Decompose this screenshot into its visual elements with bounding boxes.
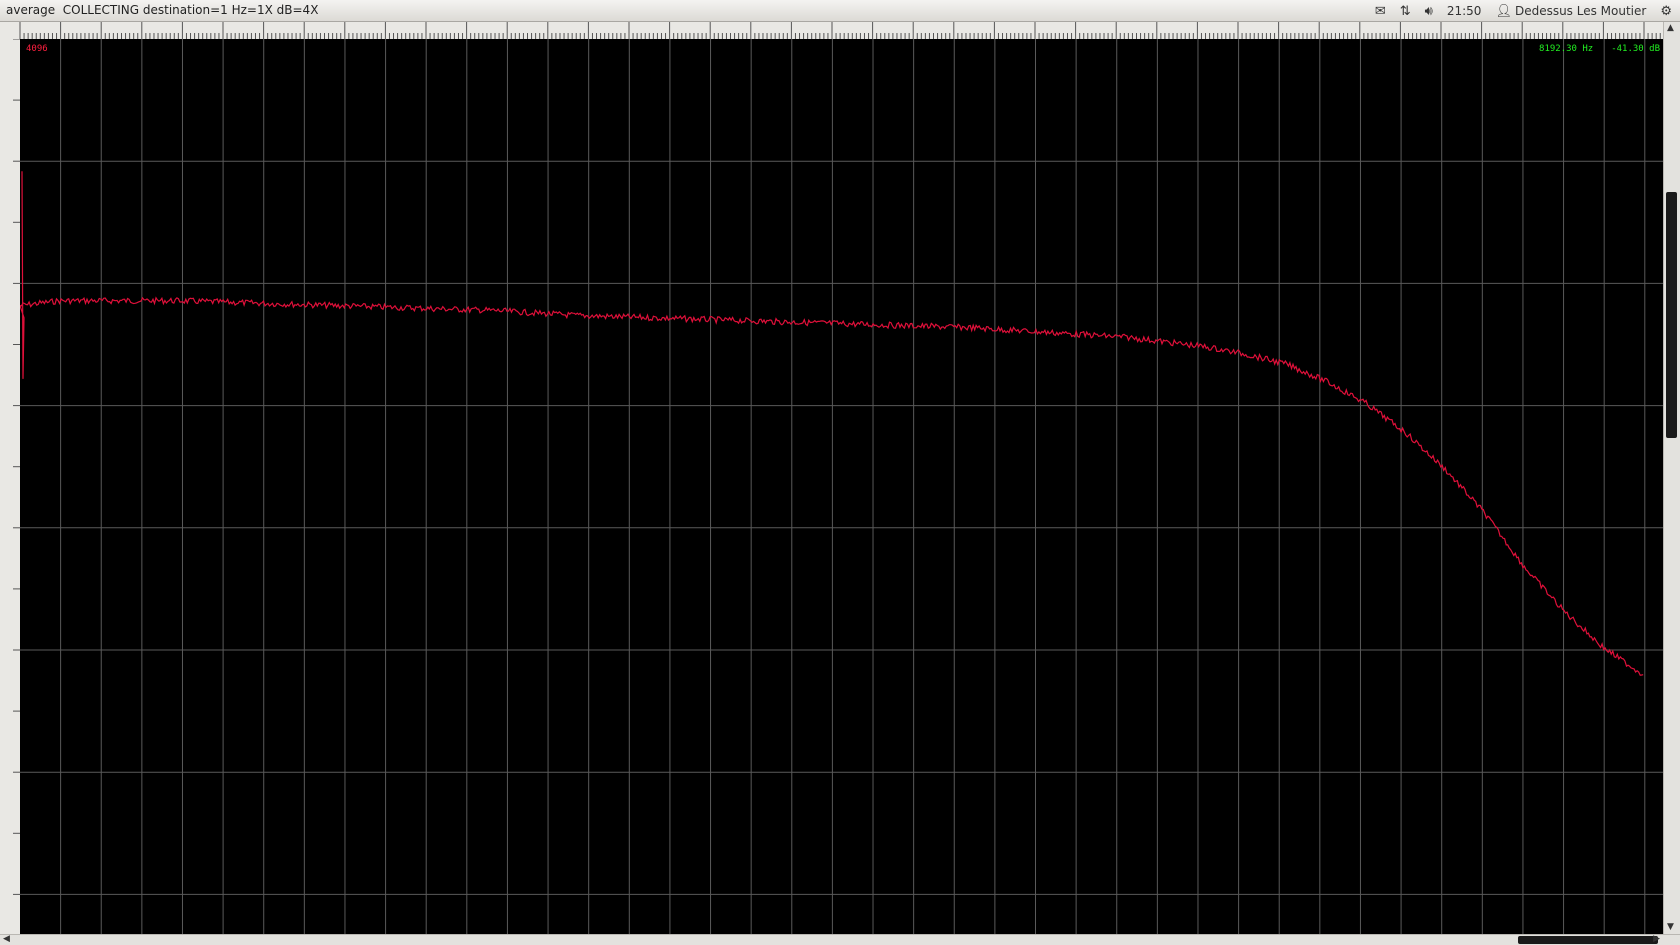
horizontal-scroll-thumb[interactable] xyxy=(1518,936,1658,944)
scroll-left-icon[interactable]: ◀ xyxy=(3,935,10,944)
person-icon: 👤︎ xyxy=(1495,3,1512,19)
scroll-right-icon[interactable]: ▶ xyxy=(1653,935,1660,944)
top-menu-bar: average COLLECTING destination=1 Hz=1X d… xyxy=(0,0,1680,22)
horizontal-scrollbar[interactable]: ◀ ▶ xyxy=(0,934,1680,945)
level-axis xyxy=(0,39,20,934)
level-axis-background xyxy=(0,39,20,934)
cursor-readout: 8192.30 Hz -41.30 dB xyxy=(1539,44,1660,54)
vertical-scrollbar[interactable]: ▲ ▼ xyxy=(1663,22,1680,934)
envelope-icon[interactable]: ✉ xyxy=(1375,4,1386,19)
frequency-ruler xyxy=(0,22,1680,39)
user-name: Dedessus Les Moutier xyxy=(1514,4,1647,18)
clock[interactable]: 21:50 xyxy=(1447,4,1482,18)
network-arrows-icon[interactable]: ⇅ xyxy=(1400,4,1411,19)
gear-icon[interactable]: ⚙ xyxy=(1660,4,1672,19)
user-menu[interactable]: 👤︎ Dedessus Les Moutier xyxy=(1495,4,1646,19)
scroll-up-icon[interactable]: ▲ xyxy=(1667,24,1674,33)
system-tray: ✉ ⇅ 🔊︎ 21:50 👤︎ Dedessus Les Moutier ⚙ xyxy=(1375,0,1680,22)
cursor-frequency: 8192.30 Hz xyxy=(1539,44,1594,54)
window-title: average COLLECTING destination=1 Hz=1X d… xyxy=(6,3,319,17)
spectrum-plot[interactable] xyxy=(20,39,1663,934)
plot-background xyxy=(20,39,1663,934)
speaker-icon[interactable]: 🔊︎ xyxy=(1425,4,1433,19)
vertical-scroll-thumb[interactable] xyxy=(1666,192,1677,438)
average-count-readout: 4096 xyxy=(26,44,48,54)
cursor-level: -41.30 dB xyxy=(1611,44,1660,54)
scroll-down-icon[interactable]: ▼ xyxy=(1667,923,1674,932)
